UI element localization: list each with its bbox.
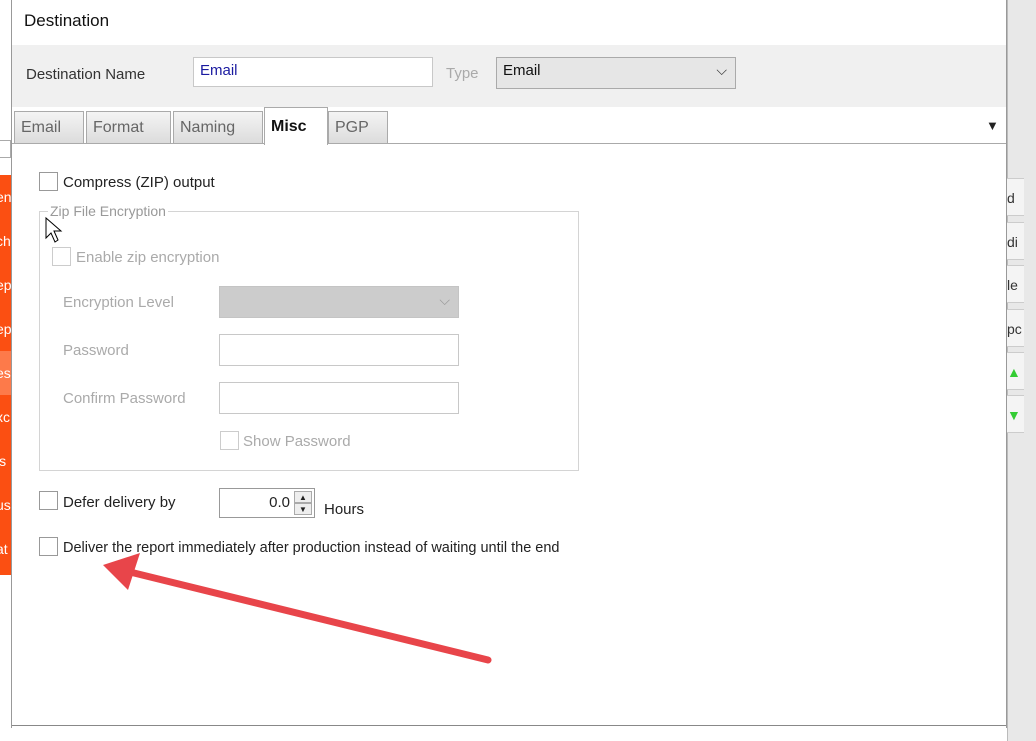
annotation-overlay (45, 216, 492, 664)
tab-misc[interactable]: Misc (264, 107, 328, 145)
red-arrow-annotation (103, 553, 492, 664)
mouse-cursor-icon (45, 216, 63, 243)
